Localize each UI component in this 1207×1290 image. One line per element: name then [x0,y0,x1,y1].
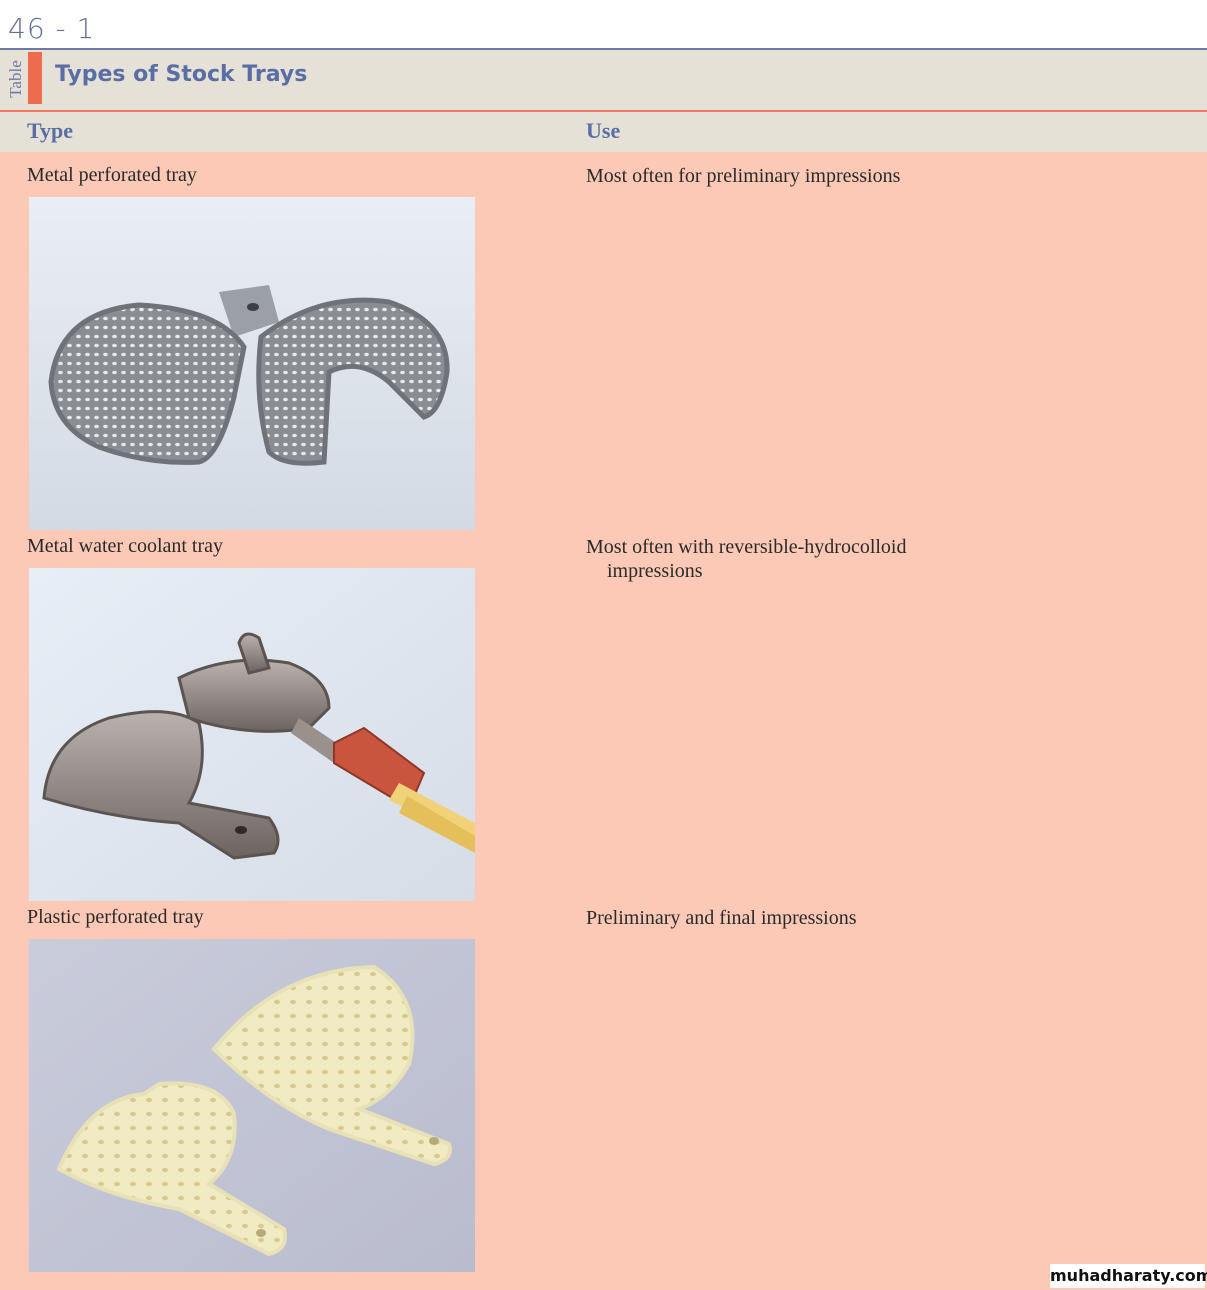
row-2-type: Metal water coolant tray [27,535,224,557]
column-header-type: Type [27,118,74,143]
row-2-use: Most often with reversible-hydrocolloid … [586,536,907,582]
title-accent-tab [28,52,42,104]
plastic-perforated-tray-photo [29,939,475,1272]
row-3-use: Preliminary and final impressions [586,907,857,929]
metal-perforated-tray-photo [29,197,475,530]
metal-water-coolant-tray-photo [29,568,475,901]
row-1-use: Most often for preliminary impressions [586,165,901,187]
watermark: muhadharaty.com [1050,1264,1207,1288]
table-title: Types of Stock Trays [55,62,308,87]
row-3-type: Plastic perforated tray [27,906,204,928]
handwritten-table-number: 46 - 1 [8,12,96,45]
column-header-use: Use [586,118,621,143]
table-label: Table [6,60,25,98]
row-1-type: Metal perforated tray [27,164,197,186]
